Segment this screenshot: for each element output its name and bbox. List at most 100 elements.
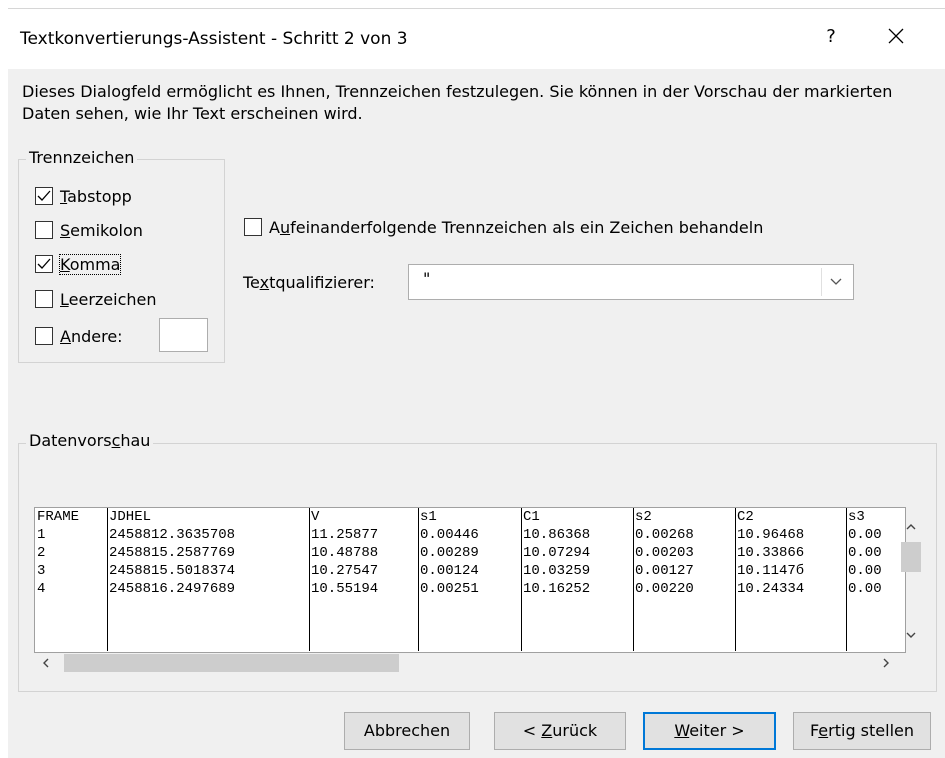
checkbox-leerzeichen[interactable]: Leerzeichen bbox=[35, 288, 157, 310]
chevron-left-icon bbox=[43, 658, 49, 668]
column-separator[interactable] bbox=[846, 508, 847, 651]
preview-header-cell: FRAME bbox=[37, 509, 80, 525]
preview-cell: 2458812.3635708 bbox=[109, 527, 236, 543]
preview-header-cell: C2 bbox=[737, 509, 754, 525]
delimiters-legend: Trennzeichen bbox=[26, 148, 138, 167]
preview-column: FRAME 1 2 3 4 bbox=[35, 508, 79, 651]
preview-cell: 11.25877 bbox=[311, 527, 379, 543]
preview-cell: 10.07294 bbox=[523, 545, 591, 561]
preview-cell: 0.00127 bbox=[635, 563, 694, 579]
cancel-button[interactable]: Abbrechen bbox=[344, 712, 470, 750]
preview-column: C2 10.96468 10.33866 10.1147б 10.24334 bbox=[735, 508, 804, 651]
preview-header-cell: V bbox=[311, 509, 320, 525]
checkmark-icon bbox=[37, 190, 51, 201]
preview-cell: 10.48788 bbox=[311, 545, 379, 561]
next-button[interactable]: Weiter > bbox=[643, 712, 776, 750]
text-qualifier-select[interactable]: " bbox=[408, 264, 854, 300]
checkmark-icon bbox=[37, 258, 51, 269]
intro-text: Dieses Dialogfeld ermöglicht es Ihnen, T… bbox=[22, 82, 893, 123]
data-preview-grid[interactable]: FRAME 1 2 3 4 JDHEL 2458812.3635708 2458815.258… bbox=[34, 507, 906, 653]
preview-cell: 0.00 bbox=[848, 563, 882, 579]
preview-cell: 4 bbox=[37, 581, 46, 597]
preview-cell: 1 bbox=[37, 527, 46, 543]
chevron-down-icon bbox=[906, 632, 916, 638]
preview-cell: 10.96468 bbox=[737, 527, 805, 543]
preview-cell: 0.00268 bbox=[635, 527, 694, 543]
vertical-scroll-thumb[interactable] bbox=[901, 542, 921, 572]
preview-cell: 10.24334 bbox=[737, 581, 805, 597]
checkbox-komma[interactable]: Komma bbox=[35, 253, 122, 275]
preview-column: V 11.25877 10.48788 10.27547 10.55194 bbox=[309, 508, 378, 651]
column-separator[interactable] bbox=[107, 508, 108, 651]
preview-cell: 0.00220 bbox=[635, 581, 694, 597]
preview-cell: 2458816.2497689 bbox=[109, 581, 236, 597]
back-button[interactable]: < Zurück bbox=[494, 712, 626, 750]
checkbox-box[interactable] bbox=[35, 221, 53, 239]
preview-column: s2 0.00268 0.00203 0.00127 0.00220 bbox=[633, 508, 694, 651]
preview-cell: 0.00446 bbox=[420, 527, 479, 543]
checkbox-label: Semikolon bbox=[60, 220, 143, 240]
horizontal-scroll-thumb[interactable] bbox=[64, 654, 399, 672]
preview-header-cell: s3 bbox=[848, 509, 865, 525]
title-bar: Textkonvertierungs-Assistent - Schritt 2… bbox=[8, 9, 945, 69]
window-frame-left bbox=[0, 0, 8, 758]
window-frame-top bbox=[0, 0, 945, 8]
checkbox-label: Andere: bbox=[60, 326, 123, 346]
preview-cell: 0.00 bbox=[848, 527, 882, 543]
preview-cell: 0.00203 bbox=[635, 545, 694, 561]
checkbox-box[interactable] bbox=[244, 218, 262, 236]
preview-cell: 10.86368 bbox=[523, 527, 591, 543]
checkbox-box[interactable] bbox=[35, 255, 53, 273]
preview-cell: 0.00 bbox=[848, 581, 882, 597]
finish-button[interactable]: Fertig stellen bbox=[793, 712, 931, 750]
other-delimiter-input[interactable] bbox=[159, 318, 208, 352]
preview-cell: 2458815.5018374 bbox=[109, 563, 236, 579]
vertical-scrollbar[interactable] bbox=[898, 518, 924, 643]
checkbox-box[interactable] bbox=[35, 187, 53, 205]
chevron-right-icon bbox=[883, 658, 889, 668]
preview-cell: 2 bbox=[37, 545, 46, 561]
dialog-title: Textkonvertierungs-Assistent - Schritt 2… bbox=[20, 29, 408, 49]
preview-header-cell: s2 bbox=[635, 509, 652, 525]
scroll-up-button[interactable] bbox=[898, 518, 924, 536]
preview-header-cell: C1 bbox=[523, 509, 540, 525]
checkbox-andere[interactable]: Andere: bbox=[35, 325, 123, 347]
text-qualifier-value: " bbox=[423, 269, 431, 288]
data-preview-legend: Datenvorschau bbox=[26, 431, 154, 450]
close-button[interactable] bbox=[876, 19, 916, 55]
column-separator[interactable] bbox=[633, 508, 634, 651]
preview-cell: 3 bbox=[37, 563, 46, 579]
help-button[interactable]: ? bbox=[813, 19, 849, 55]
preview-cell: 0.00124 bbox=[420, 563, 479, 579]
scroll-right-button[interactable] bbox=[874, 650, 898, 676]
preview-cell: 0.00251 bbox=[420, 581, 479, 597]
preview-column: s3 0.00 0.00 0.00 0.00 bbox=[846, 508, 882, 651]
scroll-left-button[interactable] bbox=[34, 650, 58, 676]
preview-cell: 10.03259 bbox=[523, 563, 591, 579]
checkbox-tabstopp[interactable]: Tabstopp bbox=[35, 185, 132, 207]
column-separator[interactable] bbox=[418, 508, 419, 651]
checkbox-box[interactable] bbox=[35, 327, 53, 345]
checkbox-label: Leerzeichen bbox=[60, 289, 157, 309]
column-separator[interactable] bbox=[309, 508, 310, 651]
checkbox-label: Komma bbox=[58, 253, 122, 275]
horizontal-scrollbar[interactable] bbox=[34, 650, 906, 676]
close-icon bbox=[888, 28, 904, 44]
scroll-down-button[interactable] bbox=[898, 626, 924, 644]
preview-cell: 10.1147б bbox=[737, 563, 805, 579]
preview-cell: 10.33866 bbox=[737, 545, 805, 561]
column-separator[interactable] bbox=[735, 508, 736, 651]
dropdown-button[interactable] bbox=[821, 268, 850, 296]
checkbox-consecutive-delimiters[interactable]: Aufeinanderfolgende Trennzeichen als ein… bbox=[244, 216, 763, 238]
checkbox-semikolon[interactable]: Semikolon bbox=[35, 219, 143, 241]
column-separator[interactable] bbox=[521, 508, 522, 651]
checkbox-label: Tabstopp bbox=[60, 186, 132, 206]
preview-cell: 10.27547 bbox=[311, 563, 379, 579]
preview-table: FRAME 1 2 3 4 JDHEL 2458812.3635708 2458815.258… bbox=[35, 508, 901, 651]
checkbox-label: Aufeinanderfolgende Trennzeichen als ein… bbox=[269, 217, 764, 237]
checkbox-box[interactable] bbox=[35, 290, 53, 308]
preview-column: C1 10.86368 10.07294 10.03259 10.16252 bbox=[521, 508, 590, 651]
text-qualifier-label: Textqualifizierer: bbox=[243, 273, 375, 292]
preview-cell: 10.55194 bbox=[311, 581, 379, 597]
preview-cell: 0.00 bbox=[848, 545, 882, 561]
